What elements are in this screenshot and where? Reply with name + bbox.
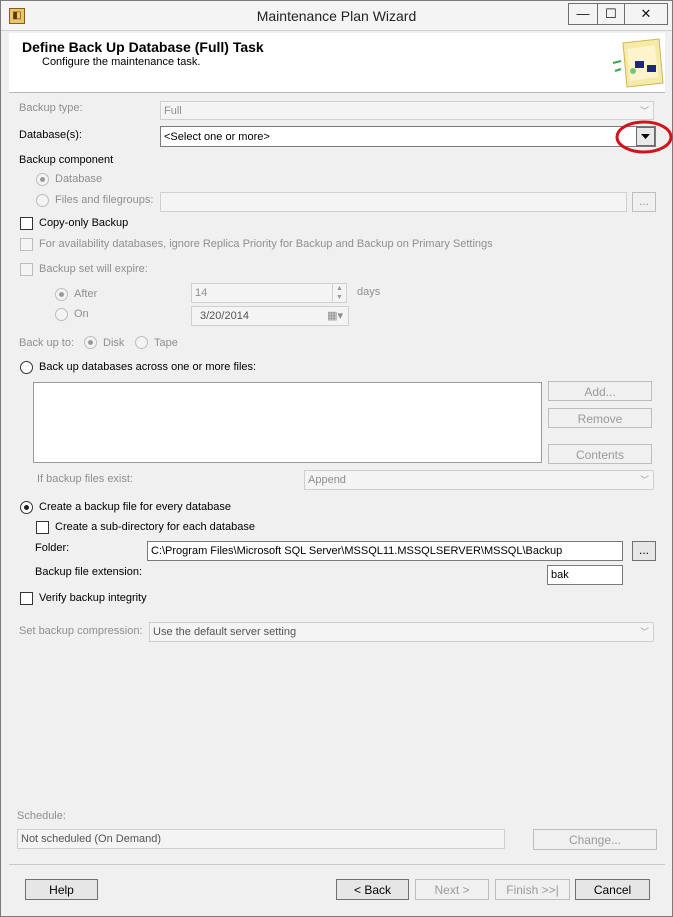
databases-value: <Select one or more> — [164, 131, 270, 143]
expire-on-radio[interactable] — [55, 308, 68, 321]
finish-button[interactable]: Finish >>| — [495, 879, 570, 900]
filegroups-browse-button[interactable]: ... — [632, 192, 656, 212]
expire-on-label: On — [74, 308, 89, 320]
copy-only-checkbox[interactable] — [20, 217, 33, 230]
minimize-button[interactable]: — — [568, 3, 598, 25]
spin-buttons-icon[interactable]: ▲ ▼ — [332, 284, 346, 302]
databases-select[interactable]: <Select one or more> — [160, 126, 656, 147]
if-backup-exists-label: If backup files exist: — [37, 473, 133, 485]
compression-select[interactable]: Use the default server setting ﹀ — [149, 622, 654, 642]
folder-label: Folder: — [35, 542, 70, 554]
component-files-radio[interactable] — [36, 194, 49, 207]
expire-after-radio[interactable] — [55, 288, 68, 301]
red-circle-annotation — [615, 120, 673, 154]
help-button[interactable]: Help — [25, 879, 98, 900]
extension-label: Backup file extension: — [35, 566, 143, 578]
backup-to-tape-radio[interactable] — [135, 336, 148, 349]
folder-browse-button[interactable]: ... — [632, 541, 656, 561]
extension-input[interactable]: bak — [547, 565, 623, 585]
back-button[interactable]: < Back — [336, 879, 409, 900]
every-database-label: Create a backup file for every database — [39, 501, 232, 513]
schedule-label: Schedule: — [17, 810, 66, 822]
component-database-label: Database — [55, 173, 103, 185]
verify-integrity-label: Verify backup integrity — [39, 592, 147, 604]
databases-label: Database(s): — [19, 129, 82, 141]
if-backup-exists-select[interactable]: Append ﹀ — [304, 470, 654, 490]
expire-days-value: 14 — [195, 287, 208, 299]
expire-date-value: 3/20/2014 — [200, 310, 249, 322]
footer-divider — [9, 864, 665, 865]
calendar-icon[interactable]: ▦▾ — [327, 307, 343, 325]
backup-type-value: Full — [164, 105, 182, 117]
subdirectory-label: Create a sub-directory for each database — [55, 521, 255, 533]
every-database-radio[interactable] — [20, 501, 33, 514]
backup-to-tape-label: Tape — [154, 337, 178, 349]
wizard-header: Define Back Up Database (Full) Task Conf… — [9, 33, 665, 93]
component-database-radio[interactable] — [36, 173, 49, 186]
close-button[interactable]: ✕ — [624, 3, 668, 25]
subdirectory-checkbox[interactable] — [36, 521, 49, 534]
chevron-down-icon: ﹀ — [639, 475, 649, 485]
if-backup-exists-value: Append — [308, 474, 346, 486]
backup-to-disk-radio[interactable] — [84, 336, 97, 349]
copy-only-label: Copy-only Backup — [39, 217, 129, 229]
remove-button[interactable]: Remove — [548, 408, 652, 428]
expire-days-stepper[interactable]: 14 ▲ ▼ — [191, 283, 347, 303]
schedule-value: Not scheduled (On Demand) — [21, 833, 162, 845]
next-button[interactable]: Next > — [415, 879, 489, 900]
maintenance-plan-wizard-window: ◧ Maintenance Plan Wizard — ☐ ✕ Define B… — [0, 0, 673, 917]
add-button[interactable]: Add... — [548, 381, 652, 401]
change-schedule-button[interactable]: Change... — [533, 829, 657, 850]
availability-checkbox[interactable] — [20, 238, 33, 251]
component-files-label: Files and filegroups: — [55, 194, 154, 206]
expire-date-picker[interactable]: 3/20/2014 ▦▾ — [191, 306, 349, 326]
backup-files-list[interactable] — [33, 382, 542, 463]
days-label: days — [357, 286, 381, 298]
schedule-display: Not scheduled (On Demand) — [17, 829, 505, 849]
backup-to-disk-label: Disk — [103, 337, 125, 349]
cancel-button[interactable]: Cancel — [575, 879, 650, 900]
across-files-radio[interactable] — [20, 361, 33, 374]
expire-label: Backup set will expire: — [39, 263, 148, 275]
filegroups-input[interactable] — [160, 192, 627, 212]
backup-component-label: Backup component — [19, 154, 114, 166]
compression-value: Use the default server setting — [153, 626, 297, 638]
folder-input[interactable]: C:\Program Files\Microsoft SQL Server\MS… — [147, 541, 623, 561]
folder-value: C:\Program Files\Microsoft SQL Server\MS… — [151, 545, 563, 557]
maximize-button[interactable]: ☐ — [597, 3, 625, 25]
across-files-label: Back up databases across one or more fil… — [39, 361, 257, 373]
availability-label: For availability databases, ignore Repli… — [39, 238, 493, 250]
contents-button[interactable]: Contents — [548, 444, 652, 464]
page-subtitle: Configure the maintenance task. — [42, 56, 201, 68]
verify-integrity-checkbox[interactable] — [20, 592, 33, 605]
backup-type-select: Full ﹀ — [160, 101, 654, 120]
extension-value: bak — [551, 569, 569, 581]
expire-after-label: After — [74, 288, 98, 300]
backup-type-label: Backup type: — [19, 102, 83, 114]
title-bar: ◧ Maintenance Plan Wizard — ☐ ✕ — [1, 1, 672, 31]
page-title: Define Back Up Database (Full) Task — [22, 39, 264, 55]
backup-to-label: Back up to: — [19, 337, 75, 349]
wizard-graphic-icon — [612, 38, 664, 88]
expire-checkbox[interactable] — [20, 263, 33, 276]
compression-label: Set backup compression: — [19, 625, 143, 637]
chevron-down-icon: ﹀ — [639, 627, 649, 637]
